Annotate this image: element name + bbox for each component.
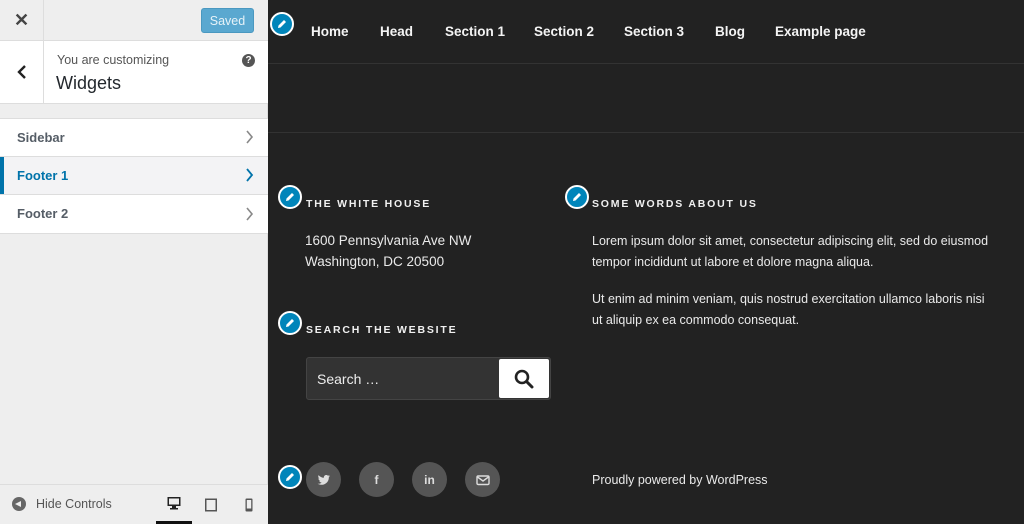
desktop-icon (167, 497, 181, 510)
edit-widget-shortcut[interactable] (278, 311, 302, 335)
linkedin-icon: in (424, 472, 435, 487)
widget-area-footer-2[interactable]: Footer 2 (0, 195, 268, 234)
close-icon: ✕ (13, 10, 30, 30)
edit-widget-shortcut[interactable] (565, 185, 589, 209)
nav-link-home[interactable]: Home (311, 24, 349, 39)
header-band (268, 64, 1024, 133)
nav-link-section-3[interactable]: Section 3 (624, 24, 684, 39)
about-paragraph: Ut enim ad minim veniam, quis nostrud ex… (592, 292, 985, 327)
help-icon[interactable]: ? (242, 54, 255, 67)
edit-menu-shortcut[interactable] (270, 12, 294, 36)
chevron-left-icon (16, 65, 26, 79)
widget-area-label: Sidebar (17, 129, 65, 145)
site-navigation: Home Head Section 1 Section 2 Section 3 … (268, 0, 1024, 64)
site-preview: Home Head Section 1 Section 2 Section 3 … (268, 0, 1024, 524)
powered-by-link[interactable]: Proudly powered by WordPress (592, 473, 768, 487)
mobile-icon (245, 498, 253, 512)
about-widget-title: SOME WORDS ABOUT US (592, 198, 758, 210)
search-button[interactable] (499, 359, 549, 398)
address-widget-title: THE WHITE HOUSE (306, 198, 432, 210)
close-customizer-button[interactable]: ✕ (0, 0, 44, 41)
collapse-icon (12, 497, 26, 511)
linkedin-link[interactable]: in (412, 462, 447, 497)
widget-area-label: Footer 2 (17, 206, 69, 222)
pencil-icon (286, 193, 294, 201)
nav-link-section-1[interactable]: Section 1 (445, 24, 505, 39)
customizer-header: ✕ Saved (0, 0, 268, 41)
chevron-right-icon (245, 168, 254, 182)
nav-link-head[interactable]: Head (380, 24, 413, 39)
twitter-icon (317, 474, 330, 485)
tablet-icon (205, 498, 217, 512)
preview-mobile-button[interactable] (231, 485, 267, 524)
edit-widget-shortcut[interactable] (278, 185, 302, 209)
address-line: Washington, DC 20500 (305, 254, 445, 269)
pencil-icon (286, 473, 294, 481)
edit-social-menu-shortcut[interactable] (278, 465, 302, 489)
search-input[interactable] (307, 358, 499, 399)
search-widget-title: SEARCH THE WEBSITE (306, 324, 458, 336)
preview-tablet-button[interactable] (193, 485, 229, 524)
about-paragraph: Lorem ipsum dolor sit amet, consectetur … (592, 234, 989, 269)
facebook-icon: f (374, 472, 379, 487)
email-icon (475, 474, 490, 485)
pencil-icon (573, 193, 581, 201)
widget-area-footer-1[interactable]: Footer 1 (0, 156, 268, 195)
nav-link-example-page[interactable]: Example page (775, 24, 866, 39)
hide-controls-button[interactable]: Hide Controls (12, 497, 112, 511)
pencil-icon (278, 20, 286, 28)
back-button[interactable] (0, 41, 44, 103)
email-link[interactable] (465, 462, 500, 497)
section-title: Widgets (56, 73, 122, 93)
chevron-right-icon (245, 130, 254, 144)
customizer-panel: ✕ Saved You are customizing Widgets ? Si… (0, 0, 268, 524)
preview-desktop-button[interactable] (156, 485, 192, 524)
chevron-right-icon (245, 207, 254, 221)
nav-link-blog[interactable]: Blog (715, 24, 745, 39)
search-icon (514, 369, 534, 388)
pencil-icon (286, 319, 294, 327)
customizing-label: You are customizing (57, 53, 170, 67)
search-form (306, 357, 551, 400)
address-line: 1600 Pennsylvania Ave NW (305, 233, 472, 248)
widget-area-list: Sidebar Footer 1 Footer 2 (0, 118, 268, 234)
hide-controls-label: Hide Controls (36, 497, 112, 511)
customizer-footer: Hide Controls (0, 484, 268, 524)
twitter-link[interactable] (306, 462, 341, 497)
widget-area-sidebar[interactable]: Sidebar (0, 118, 268, 157)
section-header: You are customizing Widgets ? (0, 41, 268, 104)
widget-area-label: Footer 1 (17, 167, 69, 183)
saved-button[interactable]: Saved (201, 8, 254, 33)
nav-link-section-2[interactable]: Section 2 (534, 24, 594, 39)
facebook-link[interactable]: f (359, 462, 394, 497)
